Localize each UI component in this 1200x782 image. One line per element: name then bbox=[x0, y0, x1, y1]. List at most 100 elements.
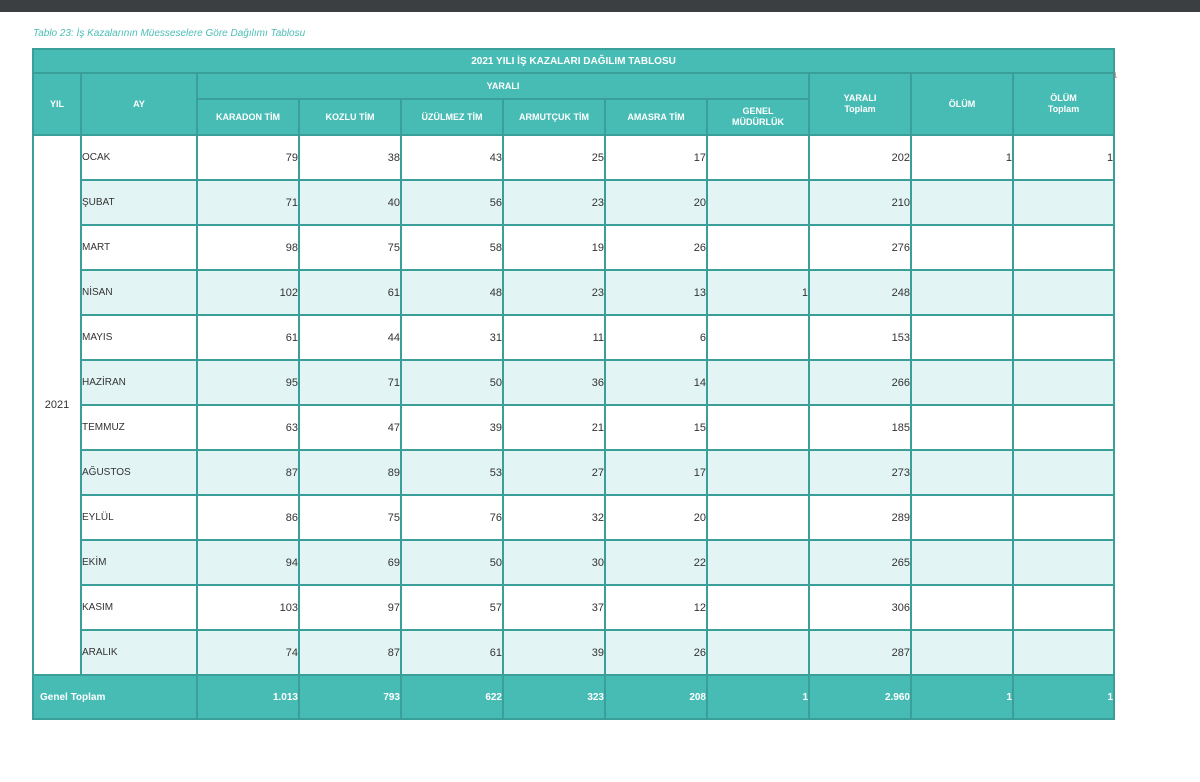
table-row: AĞUSTOS 87 89 53 27 17 273 bbox=[33, 449, 1116, 496]
olum-cell bbox=[910, 449, 1014, 496]
genel-mudurluk-cell bbox=[706, 539, 810, 586]
karadon-cell: 102 bbox=[196, 269, 300, 316]
kozlu-cell: 97 bbox=[298, 584, 402, 631]
table-row: ARALIK 74 87 61 39 26 287 bbox=[33, 629, 1116, 676]
armutcuk-cell: 30 bbox=[502, 539, 606, 586]
olum-cell bbox=[910, 584, 1014, 631]
karadon-cell: 61 bbox=[196, 314, 300, 361]
top-bar bbox=[0, 0, 1200, 12]
year-cell: 2021 bbox=[32, 134, 82, 676]
yarali-toplam-cell: 273 bbox=[808, 449, 912, 496]
uzulmez-cell: 58 bbox=[400, 224, 504, 271]
amasra-cell: 26 bbox=[604, 224, 708, 271]
armutcuk-cell: 21 bbox=[502, 404, 606, 451]
olum-toplam-cell bbox=[1011, 404, 1116, 451]
header-olum-toplam: ÖLÜM Toplam bbox=[1011, 72, 1116, 136]
uzulmez-cell: 53 bbox=[400, 449, 504, 496]
kozlu-cell: 61 bbox=[298, 269, 402, 316]
armutcuk-cell: 23 bbox=[502, 179, 606, 226]
uzulmez-cell: 61 bbox=[400, 629, 504, 676]
kozlu-cell: 47 bbox=[298, 404, 402, 451]
total-label: Genel Toplam bbox=[32, 674, 198, 720]
karadon-cell: 71 bbox=[196, 179, 300, 226]
total-amasra: 208 bbox=[604, 674, 708, 720]
total-row: Genel Toplam 1.013 793 622 323 208 1 2.9… bbox=[32, 674, 1116, 720]
month-cell: MART bbox=[80, 224, 198, 271]
uzulmez-cell: 76 bbox=[400, 494, 504, 541]
accidents-table: 2021 YILI İŞ KAZALARI DAĞILIM TABLOSU YI… bbox=[31, 48, 1116, 720]
karadon-cell: 74 bbox=[196, 629, 300, 676]
olum-cell bbox=[910, 404, 1014, 451]
amasra-cell: 14 bbox=[604, 359, 708, 406]
olum-cell bbox=[910, 359, 1014, 406]
yarali-toplam-cell: 248 bbox=[808, 269, 912, 316]
kozlu-cell: 89 bbox=[298, 449, 402, 496]
olum-cell bbox=[910, 179, 1014, 226]
table-caption: Tablo 23: İş Kazalarının Müesseselere Gö… bbox=[33, 28, 306, 39]
yarali-toplam-cell: 266 bbox=[808, 359, 912, 406]
month-cell: OCAK bbox=[80, 134, 198, 181]
total-genel-mudurluk: 1 bbox=[706, 674, 810, 720]
genel-mudurluk-cell bbox=[706, 449, 810, 496]
olum-cell bbox=[910, 629, 1014, 676]
header-karadon: KARADON TİM bbox=[196, 98, 300, 136]
month-cell: EKİM bbox=[80, 539, 198, 586]
genel-mudurluk-cell bbox=[706, 629, 810, 676]
header-uzulmez: ÜZÜLMEZ TİM bbox=[400, 98, 504, 136]
olum-toplam-cell bbox=[1011, 494, 1116, 541]
yarali-toplam-cell: 265 bbox=[808, 539, 912, 586]
uzulmez-cell: 39 bbox=[400, 404, 504, 451]
amasra-cell: 20 bbox=[604, 179, 708, 226]
total-yarali-toplam: 2.960 bbox=[808, 674, 912, 720]
yarali-toplam-cell: 287 bbox=[808, 629, 912, 676]
header-yarali-group: YARALI bbox=[196, 72, 810, 100]
genel-mudurluk-cell bbox=[706, 584, 810, 631]
month-cell: EYLÜL bbox=[80, 494, 198, 541]
amasra-cell: 6 bbox=[604, 314, 708, 361]
header-yil: YIL bbox=[32, 72, 82, 136]
olum-toplam-cell bbox=[1011, 269, 1116, 316]
yarali-toplam-cell: 210 bbox=[808, 179, 912, 226]
header-olum: ÖLÜM bbox=[910, 72, 1014, 136]
kozlu-cell: 69 bbox=[298, 539, 402, 586]
table-row: MART 98 75 58 19 26 276 bbox=[33, 224, 1116, 271]
armutcuk-cell: 27 bbox=[502, 449, 606, 496]
table-row: NİSAN 102 61 48 23 13 1 248 bbox=[33, 269, 1116, 316]
olum-cell bbox=[910, 314, 1014, 361]
karadon-cell: 95 bbox=[196, 359, 300, 406]
amasra-cell: 26 bbox=[604, 629, 708, 676]
uzulmez-cell: 31 bbox=[400, 314, 504, 361]
kozlu-cell: 75 bbox=[298, 494, 402, 541]
olum-toplam-cell bbox=[1011, 449, 1116, 496]
genel-mudurluk-cell bbox=[706, 134, 810, 181]
month-cell: ARALIK bbox=[80, 629, 198, 676]
amasra-cell: 15 bbox=[604, 404, 708, 451]
total-olum-toplam: 1 bbox=[1011, 674, 1116, 720]
yarali-toplam-cell: 276 bbox=[808, 224, 912, 271]
olum-toplam-cell bbox=[1011, 359, 1116, 406]
amasra-cell: 20 bbox=[604, 494, 708, 541]
genel-mudurluk-cell bbox=[706, 224, 810, 271]
kozlu-cell: 75 bbox=[298, 224, 402, 271]
total-armutcuk: 323 bbox=[502, 674, 606, 720]
header-amasra: AMASRA TİM bbox=[604, 98, 708, 136]
table-row: KASIM 103 97 57 37 12 306 bbox=[33, 584, 1116, 631]
uzulmez-cell: 50 bbox=[400, 539, 504, 586]
header-armutcuk: ARMUTÇUK TİM bbox=[502, 98, 606, 136]
amasra-cell: 13 bbox=[604, 269, 708, 316]
armutcuk-cell: 39 bbox=[502, 629, 606, 676]
olum-toplam-cell bbox=[1011, 584, 1116, 631]
month-cell: ŞUBAT bbox=[80, 179, 198, 226]
olum-toplam-cell bbox=[1011, 629, 1116, 676]
olum-toplam-cell bbox=[1011, 539, 1116, 586]
amasra-cell: 22 bbox=[604, 539, 708, 586]
armutcuk-cell: 36 bbox=[502, 359, 606, 406]
amasra-cell: 12 bbox=[604, 584, 708, 631]
armutcuk-cell: 25 bbox=[502, 134, 606, 181]
armutcuk-cell: 37 bbox=[502, 584, 606, 631]
olum-toplam-cell bbox=[1011, 179, 1116, 226]
table-row: ŞUBAT 71 40 56 23 20 210 bbox=[33, 179, 1116, 226]
month-cell: AĞUSTOS bbox=[80, 449, 198, 496]
genel-mudurluk-cell bbox=[706, 404, 810, 451]
yarali-toplam-cell: 202 bbox=[808, 134, 912, 181]
